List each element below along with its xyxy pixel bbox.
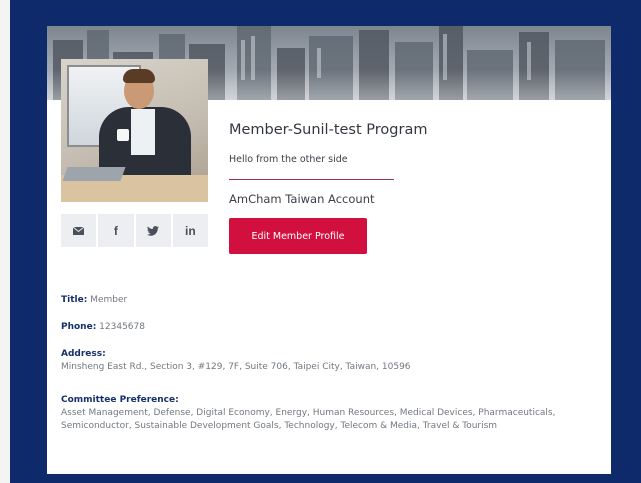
phone-label: Phone: <box>61 322 97 332</box>
twitter-icon[interactable] <box>135 214 171 247</box>
member-greeting: Hello from the other side <box>229 154 348 165</box>
member-name: Member-Sunil-test Program <box>229 122 428 138</box>
facebook-icon[interactable]: f <box>98 214 134 247</box>
title-row: Title: Member <box>61 294 601 307</box>
page-left-edge <box>0 0 10 483</box>
member-avatar-photo <box>61 59 208 202</box>
name-divider <box>229 179 394 180</box>
phone-row: Phone: 12345678 <box>61 321 601 334</box>
address-value: Minsheng East Rd., Section 3, #129, 7F, … <box>61 362 411 372</box>
committee-label: Committee Preference: <box>61 395 179 405</box>
linkedin-icon[interactable]: in <box>172 214 208 247</box>
member-profile-card: f in Member-Sunil-test Program Hello fro… <box>47 26 611 474</box>
account-name: AmCham Taiwan Account <box>229 192 375 206</box>
mail-icon[interactable] <box>61 214 97 247</box>
address-label: Address: <box>61 349 106 359</box>
phone-value: 12345678 <box>99 322 145 332</box>
edit-member-profile-button[interactable]: Edit Member Profile <box>229 218 367 254</box>
social-links: f in <box>61 214 208 247</box>
committee-value-line-1: Asset Management, Defense, Digital Econo… <box>61 408 556 418</box>
title-label: Title: <box>61 295 88 305</box>
title-value: Member <box>90 295 128 305</box>
committee-value-line-2: Semiconductor, Sustainable Development G… <box>61 421 498 431</box>
